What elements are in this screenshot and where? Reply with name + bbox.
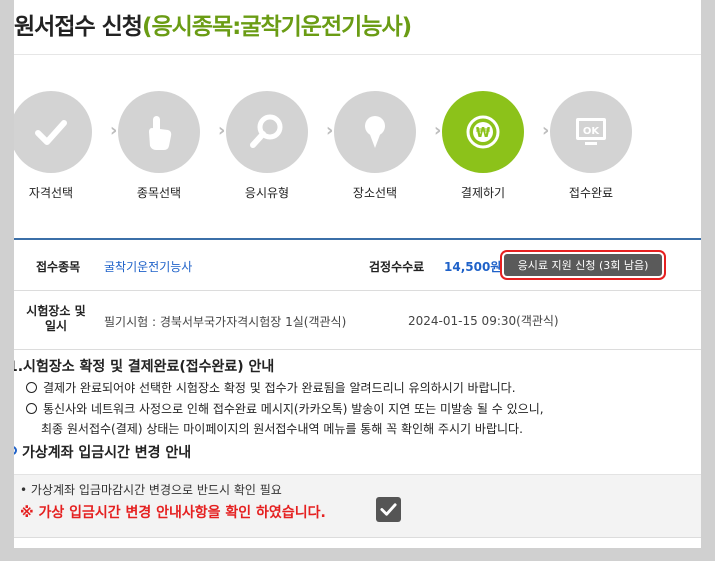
notice-item: 결제가 완료되어야 선택한 시험장소 확정 및 접수가 완료됨을 알려드리니 유… xyxy=(26,379,516,396)
virtual-account-bullet: • 가상계좌 입금마감시간 변경으로 반드시 확인 필요 xyxy=(20,483,282,497)
step-label: 응시유형 xyxy=(244,186,290,200)
fee-value: 14,500원 xyxy=(444,260,502,274)
fee-support-button[interactable]: 응시료 지원 신청 (3회 남음) xyxy=(504,254,662,276)
won-coin-icon: ₩ xyxy=(442,91,524,173)
notice-title: 1.시험장소 확정 및 결제완료(접수완료) 안내 xyxy=(14,359,275,375)
title-bar: 원서접수 신청(응시종목:굴착기운전기능사) xyxy=(14,0,701,55)
step-label: 접수완료 xyxy=(568,186,614,200)
hand-pointer-icon xyxy=(118,91,200,173)
page-title-subject: (응시종목:굴착기운전기능사) xyxy=(141,14,412,40)
page-title-main: 원서접수 신청 xyxy=(14,14,143,40)
step-label: 종목선택 xyxy=(136,186,182,200)
exam-info-row: 접수종목 굴착기운전기능사 검정수수료 14,500원 응시료 지원 신청 (3… xyxy=(14,240,701,291)
step-payment: ₩ 결제하기 xyxy=(428,90,538,210)
page-container: 원서접수 신청(응시종목:굴착기운전기능사) 자격선택 › 종목선택 › 응시유… xyxy=(14,0,701,548)
venue-label: 시험장소 및 일시 xyxy=(26,304,86,333)
circle-bullet-icon xyxy=(26,403,37,414)
venue-value: 필기시험 : 경북서부국가자격시험장 1실(객관식) xyxy=(104,315,347,329)
step-exam-type: 응시유형 xyxy=(212,90,322,210)
check-icon xyxy=(14,91,92,173)
svg-text:₩: ₩ xyxy=(476,126,491,141)
exam-type-value: 굴착기운전기능사 xyxy=(104,260,193,274)
notice-item: 통신사와 네트워크 사정으로 인해 접수완료 메시지(카카오톡) 발송이 지연 … xyxy=(26,400,544,417)
step-label: 결제하기 xyxy=(460,186,506,200)
step-label: 장소선택 xyxy=(352,186,398,200)
step-complete: OK 접수완료 xyxy=(536,90,646,210)
step-label: 자격선택 xyxy=(28,186,74,200)
map-pin-icon xyxy=(334,91,416,173)
circle-bullet-icon xyxy=(26,382,37,393)
step-subject: 종목선택 xyxy=(104,90,214,210)
fee-label: 검정수수료 xyxy=(369,260,425,274)
exam-datetime: 2024-01-15 09:30(객관식) xyxy=(408,314,559,328)
venue-info-row: 시험장소 및 일시 필기시험 : 경북서부국가자격시험장 1실(객관식) 2024… xyxy=(14,291,701,350)
virtual-account-title: 가상계좌 입금시간 변경 안내 xyxy=(14,442,191,462)
svg-text:OK: OK xyxy=(583,126,601,137)
ok-monitor-icon: OK xyxy=(550,91,632,173)
exam-type-label: 접수종목 xyxy=(36,260,81,274)
notice-item-continued: 최종 원서접수(결제) 상태는 마이페이지의 원서접수내역 메뉴를 통해 꼭 확… xyxy=(41,422,523,436)
confirm-warning-text: ※ 가상 입금시간 변경 안내사항을 확인 하였습니다. xyxy=(20,505,326,521)
virtual-account-box: • 가상계좌 입금마감시간 변경으로 반드시 확인 필요 ※ 가상 입금시간 변… xyxy=(14,474,701,538)
step-venue: 장소선택 xyxy=(320,90,430,210)
page-title: 원서접수 신청(응시종목:굴착기운전기능사) xyxy=(14,7,412,41)
confirm-checkbox[interactable] xyxy=(376,497,401,522)
progress-steps: 자격선택 › 종목선택 › 응시유형 › 장소선택 › ₩ 결제하기 › OK … xyxy=(14,90,701,210)
ring-bullet-icon xyxy=(14,446,17,455)
step-qualification: 자격선택 xyxy=(14,90,106,210)
checkmark-icon xyxy=(380,503,397,516)
magnifier-icon xyxy=(226,91,308,173)
